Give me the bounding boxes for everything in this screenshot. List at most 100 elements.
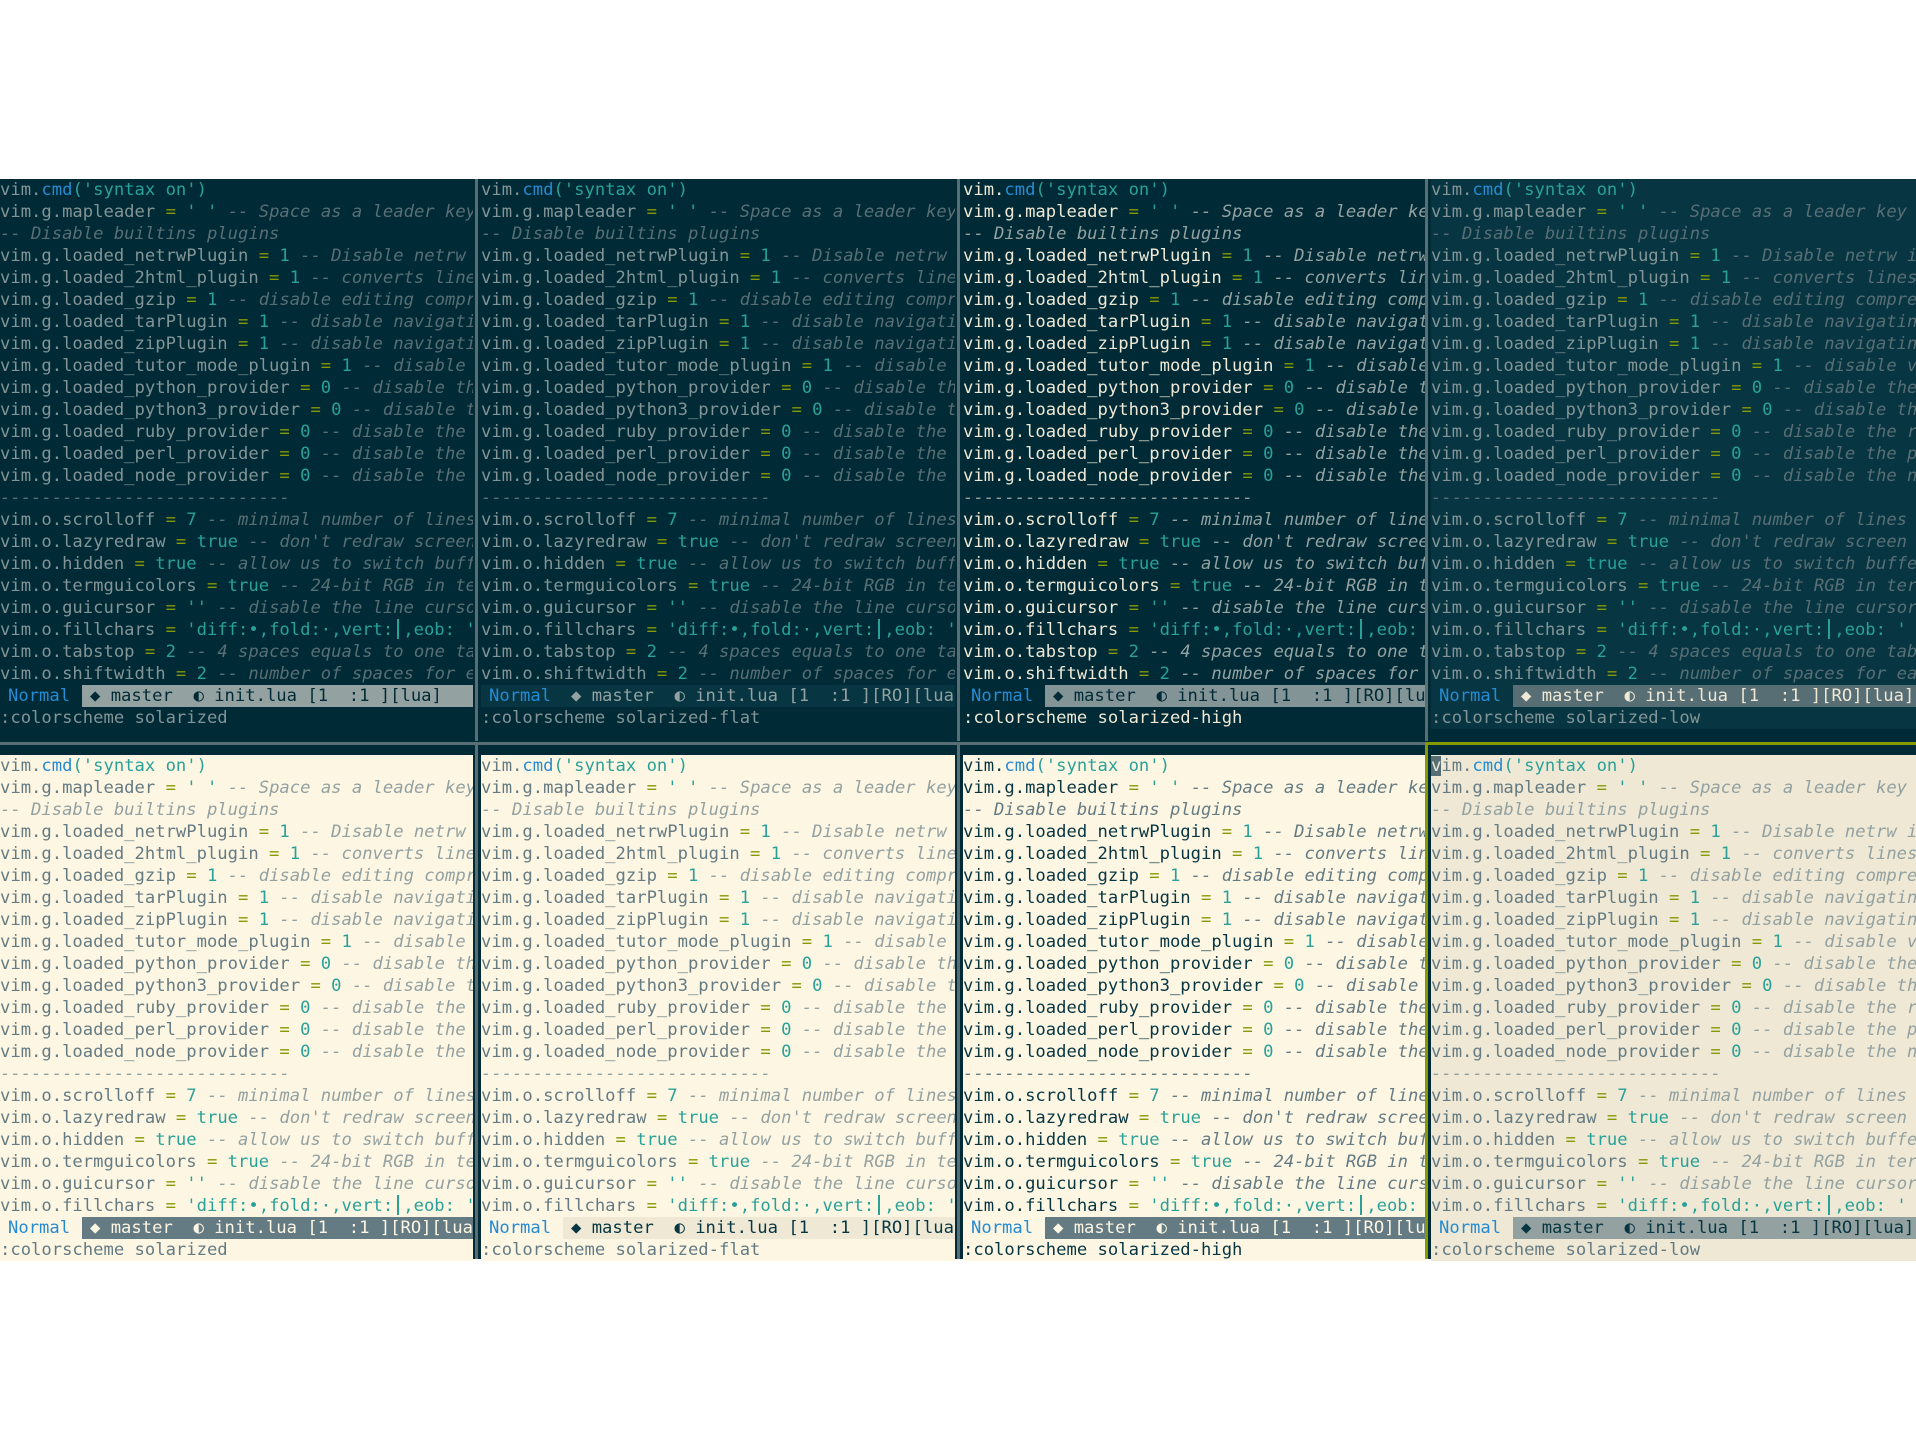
code-line: ---------------------------- [481,1063,955,1085]
file-name: init.lua [695,686,789,706]
command-line[interactable]: :colorscheme solarized-low [1431,707,1916,729]
code-line: vim.g.loaded_tarPlugin = 1 -- disable na… [481,887,955,909]
token-cmt: -- disable editing compres [708,290,955,310]
code-buffer[interactable]: vim.cmd('syntax on') vim.g.mapleader = ' … [963,755,1425,1217]
token-cmt: -- minimal number of lines t [1637,510,1916,530]
code-buffer[interactable]: vim.cmd('syntax on') vim.g.mapleader = ' … [0,755,473,1217]
token-op: = [1128,1196,1139,1216]
token-op: = [300,378,311,398]
token-op: = [1221,822,1233,842]
token-id: vim.o.fillchars [963,1196,1129,1216]
token-num: 7 [1138,510,1170,530]
code-line: vim.o.fillchars = 'diff:•,fold:·,vert: ,e… [963,1195,1425,1217]
command-line[interactable]: :colorscheme solarized-flat [481,1239,955,1261]
command-line[interactable]: :colorscheme solarized-flat [481,707,955,729]
token-fn: cmd [41,756,73,776]
git-branch-icon: ◆ [1521,1218,1542,1238]
command-line[interactable]: :colorscheme solarized-high [963,1239,1425,1261]
token-id: vim.o.guicursor [0,598,166,618]
token-num: 1 [1762,356,1794,376]
code-buffer[interactable]: vim.cmd('syntax on') vim.g.mapleader = ' … [481,179,955,685]
token-str: 'diff:•,fold:·,vert: [175,620,394,640]
vim-pane-light-solarized[interactable]: vim.cmd('syntax on') vim.g.mapleader = ' … [0,755,473,1261]
token-op: = [1273,976,1284,996]
vertical-split-separator[interactable] [475,745,478,1259]
git-branch-icon: ◆ [90,686,111,706]
vertical-split-separator[interactable] [475,179,478,741]
token-id: vim.o.lazyredraw [0,1108,176,1128]
vertical-split-separator[interactable] [957,179,960,741]
token-cmt: -- disable editing compres [1190,290,1425,310]
code-line: vim.o.guicursor = '' -- disable the line… [0,1173,473,1195]
token-id: vim.o.hidden [963,1130,1098,1150]
token-id: vim.g.loaded_netrwPlugin [963,822,1222,842]
token-op: = [687,576,699,596]
token-op: = [687,1152,699,1172]
command-line[interactable]: :colorscheme solarized [0,707,473,729]
token-id: vim.g.loaded_python3_provider [963,976,1274,996]
token-str: ,eob: ' - [403,620,473,640]
token-op: = [615,554,626,574]
token-id: vim.g.loaded_tutor_mode_plugin [963,356,1284,376]
token-num: 1 [1242,268,1274,288]
token-num: 1 [677,290,709,310]
token-id: vim.o.guicursor [0,1174,166,1194]
code-line: vim.o.hidden = true -- allow us to switc… [0,553,473,575]
code-line: vim.g.loaded_tarPlugin = 1 -- disable na… [0,887,473,909]
vim-pane-dark-solarized-flat[interactable]: vim.cmd('syntax on') vim.g.mapleader = ' … [481,179,955,729]
vim-pane-light-solarized-high[interactable]: vim.cmd('syntax on') vim.g.mapleader = ' … [963,755,1425,1261]
vim-pane-dark-solarized-high[interactable]: vim.cmd('syntax on') vim.g.mapleader = ' … [963,179,1425,729]
code-line: vim.o.termguicolors = true -- 24-bit RGB… [0,1151,473,1173]
code-buffer[interactable]: vim.cmd('syntax on') vim.g.mapleader = ' … [1431,179,1916,685]
vim-pane-light-solarized-low[interactable]: vim.cmd('syntax on') vim.g.mapleader = ' … [1431,755,1916,1261]
token-op: = [310,400,321,420]
code-buffer[interactable]: vim.cmd('syntax on') vim.g.mapleader = ' … [481,755,955,1217]
vim-pane-dark-solarized[interactable]: vim.cmd('syntax on') vim.g.mapleader = ' … [0,179,473,729]
token-id: vim.o.fillchars [963,620,1129,640]
code-buffer[interactable]: vim.cmd('syntax on') vim.g.mapleader = ' … [963,179,1425,685]
horizontal-split-separator[interactable] [0,742,1428,745]
vim-pane-light-solarized-flat[interactable]: vim.cmd('syntax on') vim.g.mapleader = ' … [481,755,955,1261]
token-num: 1 [760,844,792,864]
token-cmt: -- disable vi [843,356,947,376]
token-num: true [1107,554,1170,574]
code-line: vim.g.loaded_node_provider = 0 -- disabl… [481,465,955,487]
token-id: im. [1441,756,1473,776]
code-line: vim.o.fillchars = 'diff:•,fold:·,vert: ,e… [0,619,473,641]
token-id: vim.o.guicursor [963,598,1129,618]
token-id: vim.o.scrolloff [481,1086,647,1106]
code-line: vim.o.scrolloff = 7 -- minimal number of… [963,509,1425,531]
code-line: vim.o.fillchars = 'diff:•,fold:·,vert: ,e… [481,619,955,641]
token-op: = [1669,910,1680,930]
active-vertical-separator[interactable] [1425,745,1428,1259]
code-line: vim.o.lazyredraw = true -- don't redraw … [963,531,1425,553]
code-buffer[interactable]: vim.cmd('syntax on') vim.g.mapleader = ' … [0,179,473,685]
token-id: vim.g.loaded_ruby_provider [481,422,761,442]
code-line: vim.g.loaded_gzip = 1 -- disable editing… [481,865,955,887]
token-num: true [186,1108,249,1128]
token-id: vim.g.loaded_tarPlugin [481,888,719,908]
code-line: vim.g.loaded_perl_provider = 0 -- disabl… [963,1019,1425,1041]
token-str: '' [656,598,699,618]
token-op: = [165,1086,176,1106]
code-buffer[interactable]: vim.cmd('syntax on') vim.g.mapleader = ' … [1431,755,1916,1217]
file-name: init.lua [695,1218,789,1238]
command-line[interactable]: :colorscheme solarized-high [963,707,1425,729]
vertical-split-separator[interactable] [957,745,960,1259]
vertical-split-separator[interactable] [1425,179,1428,741]
token-cmt: -- disable the no [801,466,947,486]
token-op: = [300,954,311,974]
command-line[interactable]: :colorscheme solarized-low [1431,1239,1916,1261]
token-op: = [186,866,197,886]
token-fn: cmd [1004,756,1036,776]
token-op: = [1617,290,1628,310]
code-line: vim.g.mapleader = ' ' -- Space as a lead… [1431,201,1916,223]
token-num: true [1180,576,1243,596]
token-cmt: -- disable the pe [801,444,947,464]
token-cmt: -- 4 spaces equals to one tab [1617,642,1916,662]
token-id: vim.o.termguicolors [481,576,688,596]
vim-pane-dark-solarized-low[interactable]: vim.cmd('syntax on') vim.g.mapleader = ' … [1431,179,1916,729]
command-line[interactable]: :colorscheme solarized [0,1239,473,1261]
token-num: 0 [289,466,321,486]
active-horizontal-separator[interactable] [1425,742,1916,745]
